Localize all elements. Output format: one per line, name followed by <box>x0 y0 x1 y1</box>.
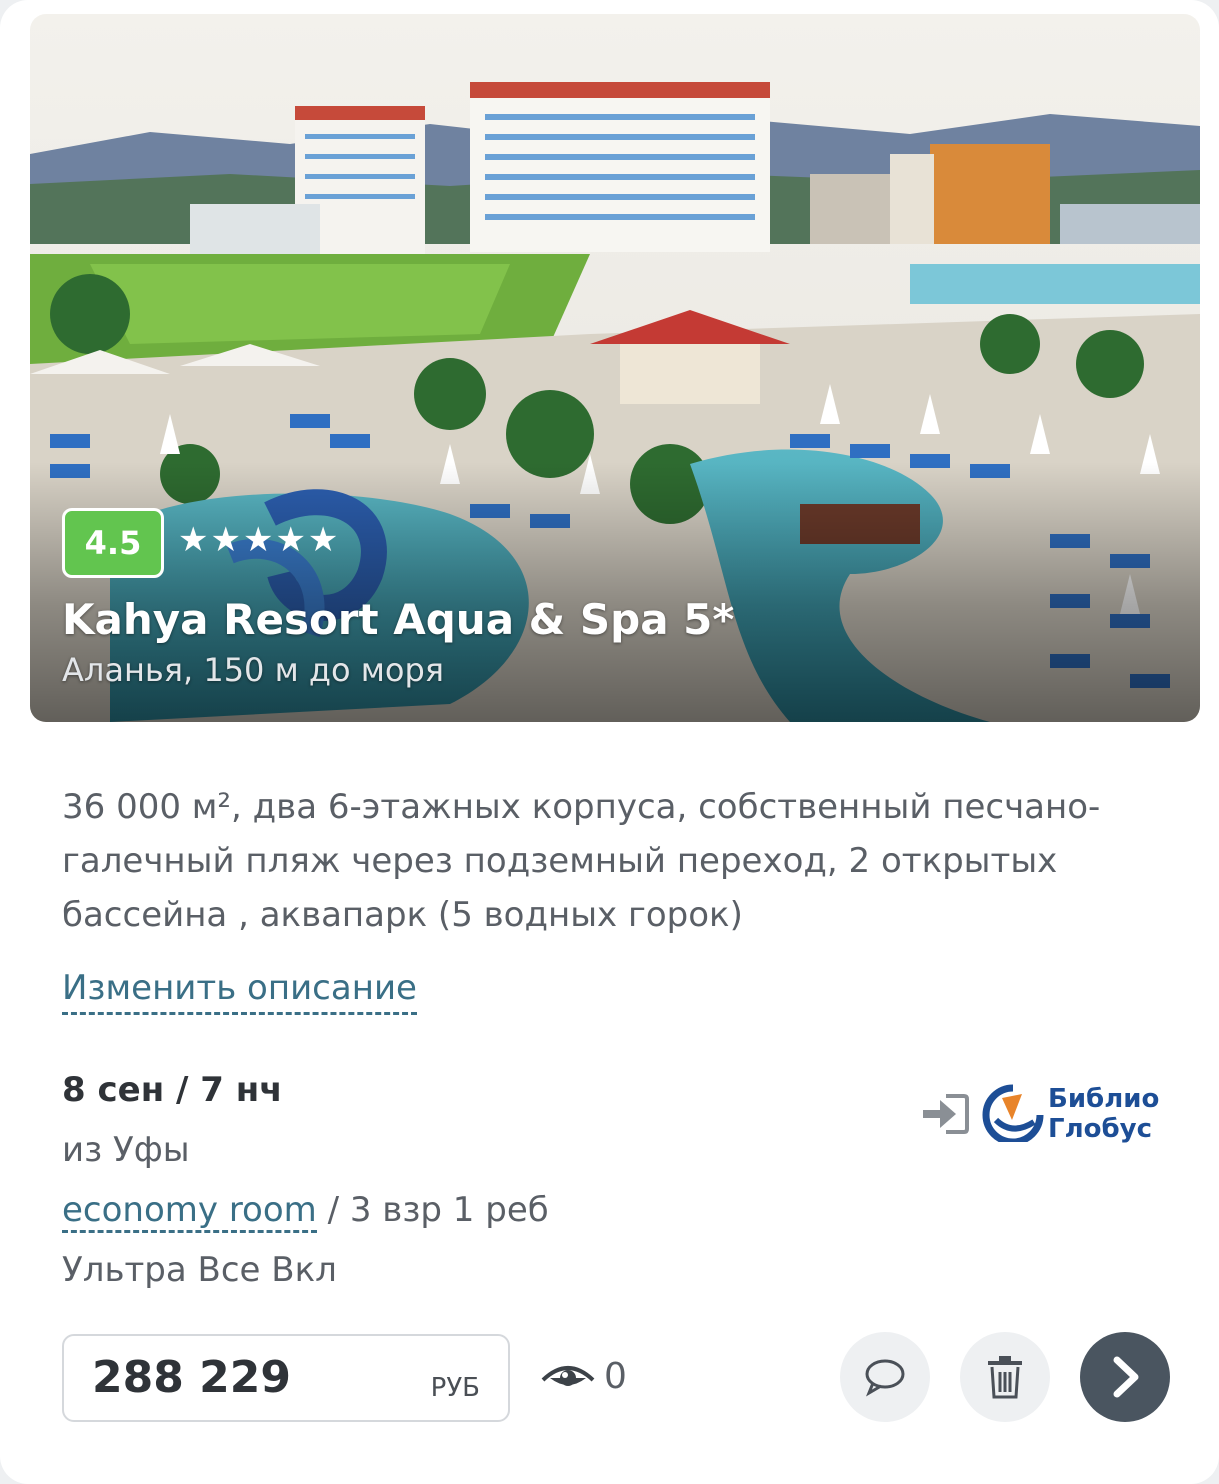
hotel-location: Аланья, 150 м до моря <box>62 651 445 689</box>
tour-card: 4.5 ★★★★★ Kahya Resort Aqua & Spa 5* Ала… <box>0 0 1219 1484</box>
views-counter: 0 <box>540 1352 627 1400</box>
price-field[interactable]: 288 229 РУБ <box>62 1334 510 1422</box>
tour-date-nights: 8 сен / 7 нч <box>62 1070 283 1110</box>
hotel-name[interactable]: Kahya Resort Aqua & Spa 5* <box>62 594 734 646</box>
guests-info: / 3 взр 1 реб <box>316 1190 549 1230</box>
room-info: economy room / 3 взр 1 реб <box>62 1188 549 1233</box>
edit-description-link[interactable]: Изменить описание <box>62 966 417 1015</box>
price-value: 288 229 <box>92 1352 292 1403</box>
comment-button[interactable] <box>840 1332 930 1422</box>
tour-operator-logo: Библио Глобус <box>982 1080 1178 1146</box>
views-count: 0 <box>604 1355 627 1397</box>
hotel-description: 36 000 м², два 6-этажных корпуса, собств… <box>62 787 1101 935</box>
chevron-right-icon <box>1113 1356 1139 1398</box>
trash-icon <box>988 1356 1022 1399</box>
eye-icon <box>541 1366 595 1386</box>
hotel-photo[interactable]: 4.5 ★★★★★ Kahya Resort Aqua & Spa 5* Ала… <box>30 14 1200 722</box>
star-rating: ★★★★★ <box>178 520 341 560</box>
operator-name-line2: Глобус <box>1048 1114 1152 1144</box>
room-type-link[interactable]: economy room <box>62 1190 317 1233</box>
rating-badge: 4.5 <box>62 508 164 578</box>
delete-button[interactable] <box>960 1332 1050 1422</box>
operator-name-line1: Библио <box>1048 1084 1160 1114</box>
meal-plan: Ультра Все Вкл <box>62 1250 337 1290</box>
operator-logo-icon <box>982 1084 1044 1142</box>
price-currency: РУБ <box>430 1373 480 1403</box>
login-arrow-icon[interactable] <box>920 1092 970 1136</box>
departure-city: из Уфы <box>62 1130 190 1170</box>
speech-bubble-icon <box>865 1359 905 1397</box>
next-button[interactable] <box>1080 1332 1170 1422</box>
